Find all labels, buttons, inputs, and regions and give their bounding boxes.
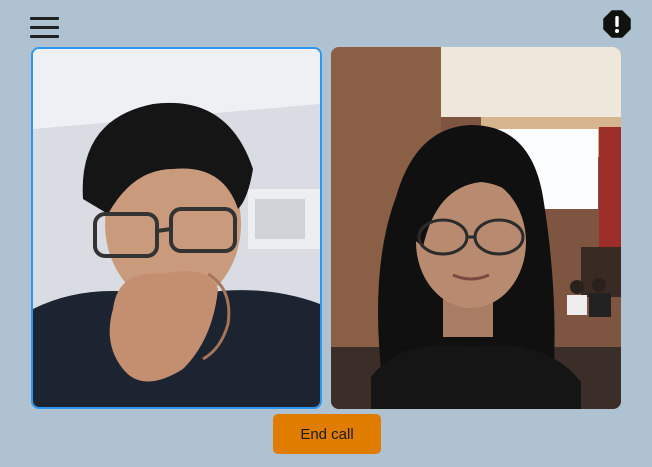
end-call-button[interactable]: End call [273, 414, 381, 454]
hamburger-menu-icon-line [30, 35, 59, 38]
exclamation-octagon-icon [603, 10, 631, 38]
menu-button[interactable] [30, 16, 60, 40]
remote-video-tile[interactable] [331, 47, 621, 409]
remote-video-feed [331, 47, 621, 409]
self-video-feed [33, 49, 320, 407]
self-video-tile[interactable] [31, 47, 322, 409]
top-bar [0, 0, 652, 46]
report-button[interactable] [603, 10, 631, 38]
hamburger-menu-icon-line [30, 17, 59, 20]
hamburger-menu-icon-line [30, 26, 59, 29]
